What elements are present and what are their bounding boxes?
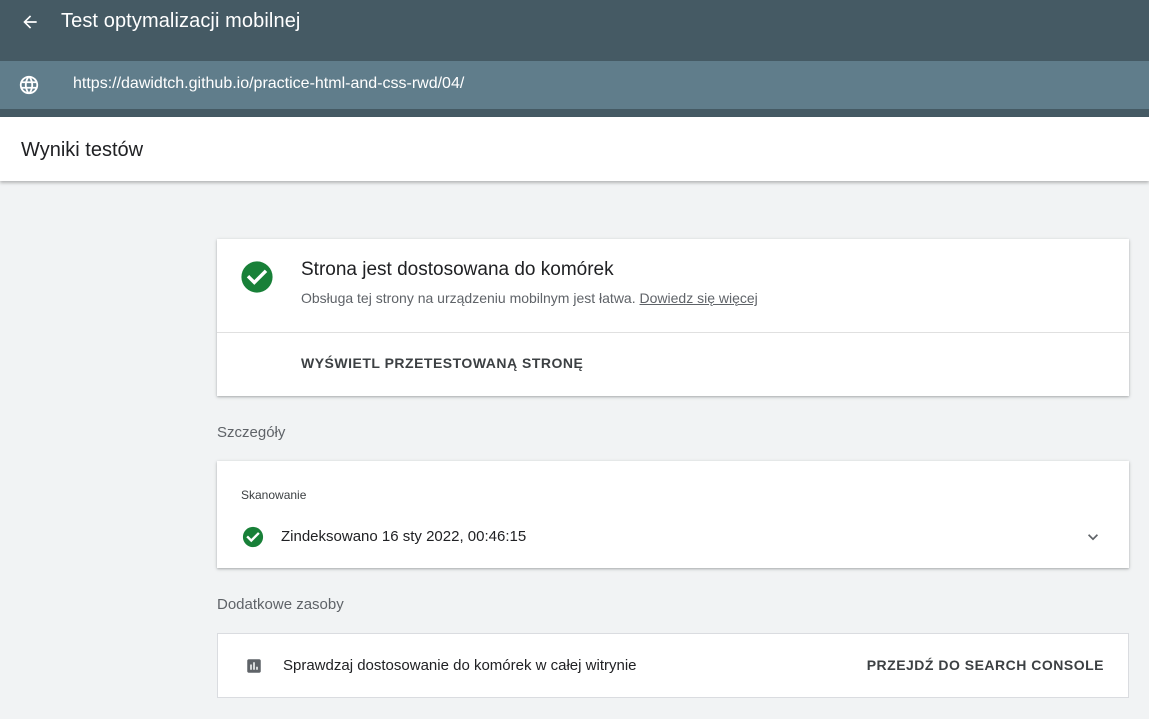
details-section-label: Szczegóły [217, 424, 286, 441]
chevron-down-icon[interactable] [1083, 527, 1103, 547]
result-card: Strona jest dostosowana do komórek Obsłu… [217, 239, 1129, 396]
extra-section-label: Dodatkowe zasoby [217, 596, 344, 613]
scan-label: Skanowanie [241, 488, 307, 502]
learn-more-link[interactable]: Dowiedz się więcej [640, 290, 758, 306]
results-header: Wyniki testów [0, 117, 1149, 181]
extra-resources-card: Sprawdzaj dostosowanie do komórek w całe… [217, 633, 1129, 698]
top-app-bar: Test optymalizacji mobilnej https://dawi… [0, 0, 1149, 117]
url-text: https://dawidtch.github.io/practice-html… [73, 75, 465, 92]
bar-chart-icon [247, 659, 261, 673]
extra-resource-text: Sprawdzaj dostosowanie do komórek w całe… [283, 657, 637, 674]
app-title: Test optymalizacji mobilnej [61, 10, 301, 32]
result-description: Obsługa tej strony na urządzeniu mobilny… [301, 290, 758, 306]
details-card: Skanowanie Zindeksowano 16 sty 2022, 00:… [217, 461, 1129, 568]
url-input[interactable]: https://dawidtch.github.io/practice-html… [0, 61, 1149, 109]
arrow-back-icon [23, 15, 37, 29]
indexed-status: Zindeksowano 16 sty 2022, 00:46:15 [281, 528, 527, 545]
result-description-text: Obsługa tej strony na urządzeniu mobilny… [301, 290, 636, 306]
page-title: Wyniki testów [21, 139, 144, 161]
check-circle-icon [241, 261, 273, 293]
result-title: Strona jest dostosowana do komórek [301, 259, 614, 280]
check-circle-icon [242, 526, 264, 548]
search-console-button[interactable]: PRZEJDŹ DO SEARCH CONSOLE [867, 657, 1104, 673]
back-button[interactable] [16, 8, 44, 36]
view-tested-page-button[interactable]: WYŚWIETL PRZETESTOWANĄ STRONĘ [301, 355, 583, 371]
globe-icon [19, 75, 39, 95]
divider [217, 332, 1129, 333]
